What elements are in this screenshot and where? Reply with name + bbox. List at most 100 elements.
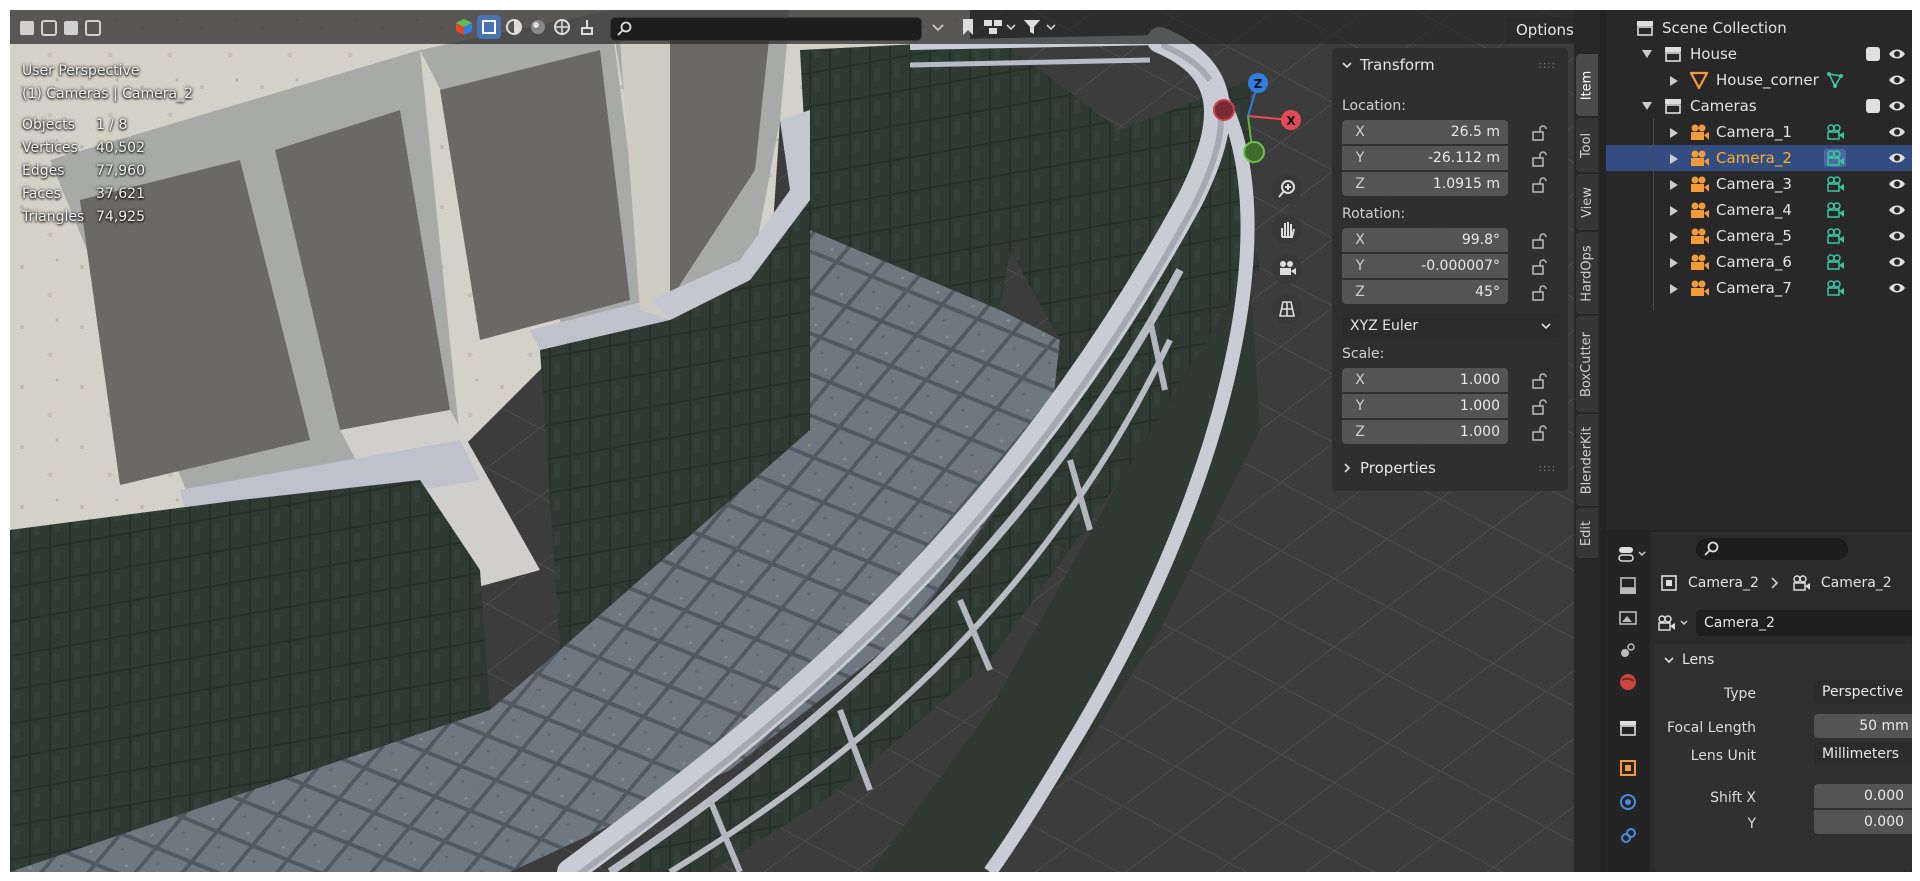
chevron-right-icon[interactable] [1670,232,1679,242]
lock-icon[interactable] [1532,284,1550,302]
neg-x-axis-handle[interactable] [1213,99,1235,121]
selection-mode-icon[interactable] [18,16,108,38]
eye-icon[interactable] [1888,72,1906,88]
tab-edit[interactable]: Edit [1576,508,1598,558]
outliner-row-camera[interactable]: Camera_5 [1606,223,1912,249]
editor-type-menu[interactable] [1616,542,1650,566]
object-tab-icon[interactable] [1616,756,1640,780]
eye-icon[interactable] [1888,150,1906,166]
rotation-z-field[interactable]: Z 45° [1342,280,1508,304]
overlays-icon[interactable] [526,15,550,39]
eye-icon[interactable] [1888,124,1906,140]
chevron-right-icon[interactable] [1670,180,1679,190]
rotation-y-field[interactable]: Y -0.000007° [1342,254,1508,278]
eye-icon[interactable] [1888,98,1906,114]
scale-z-field[interactable]: Z 1.000 [1342,420,1508,444]
outliner-row-house[interactable]: House [1606,41,1912,67]
gizmos-icon[interactable] [550,15,574,39]
lock-icon[interactable] [1532,124,1550,142]
checkbox-checked-icon[interactable] [1866,47,1880,61]
outliner-scene-collection[interactable]: Scene Collection [1606,15,1912,41]
scale-y-field[interactable]: Y 1.000 [1342,394,1508,418]
lock-icon[interactable] [1532,398,1550,416]
chevron-right-icon[interactable] [1670,154,1679,164]
scale-x-field[interactable]: X 1.000 [1342,368,1508,392]
rotation-x-field[interactable]: X 99.8° [1342,228,1508,252]
rotation-mode-dropdown[interactable]: XYZ Euler [1342,313,1560,338]
chevron-right-icon[interactable] [1670,76,1679,86]
constraints-tab-icon[interactable] [1616,824,1640,848]
transform-panel-header[interactable]: Transform [1342,56,1435,74]
tab-item[interactable]: Item [1576,54,1598,116]
tab-boxcutter[interactable]: BoxCutter [1576,316,1598,412]
zoom-button[interactable] [1272,174,1302,204]
location-y-field[interactable]: Y -26.112 m [1342,146,1508,170]
camera-data-name-field[interactable]: Camera_2 [1696,610,1912,636]
render-tab-icon[interactable] [1616,574,1640,598]
pan-button[interactable] [1272,214,1302,244]
lens-type-dropdown[interactable]: Perspective [1814,680,1912,704]
eye-icon[interactable] [1888,46,1906,62]
world-tab-icon[interactable] [1616,670,1640,694]
chevron-down-icon[interactable] [1642,50,1652,59]
chevron-down-icon[interactable] [1642,102,1652,111]
chevron-right-icon[interactable] [1670,128,1679,138]
outliner-row-cameras[interactable]: Cameras [1606,93,1912,119]
chevron-right-icon[interactable] [1670,284,1679,294]
location-z-field[interactable]: Z 1.0915 m [1342,172,1508,196]
lens-unit-dropdown[interactable]: Millimeters [1814,742,1912,766]
outliner-row-camera[interactable]: Camera_6 [1606,249,1912,275]
options-dropdown[interactable]: Options [1506,17,1574,42]
filter-icon[interactable] [1022,15,1058,39]
lock-icon[interactable] [1532,232,1550,250]
tab-blenderkit[interactable]: BlenderKit [1576,414,1598,506]
lock-icon[interactable] [1532,176,1550,194]
properties-panel-header[interactable]: Properties [1342,459,1436,477]
physics-tab-icon[interactable] [1616,790,1640,814]
eye-icon[interactable] [1888,280,1906,296]
select-mode-icons[interactable] [18,16,108,38]
outliner-row-house-corner[interactable]: House_corner [1606,67,1912,93]
tab-view[interactable]: View [1576,174,1598,230]
drag-grip-icon[interactable]: :::: [1539,463,1556,474]
tab-tool[interactable]: Tool [1576,118,1598,172]
brush-icon[interactable] [575,15,599,39]
eye-icon[interactable] [1888,176,1906,192]
drag-grip-icon[interactable]: :::: [1539,60,1556,71]
tab-hardops[interactable]: HardOps [1576,232,1598,314]
ortho-toggle-button[interactable] [1272,294,1302,324]
chevron-down-icon[interactable] [926,16,950,40]
solid-shading-icon[interactable] [502,15,526,39]
focal-length-field[interactable]: 50 mm [1814,714,1912,738]
lock-icon[interactable] [1532,258,1550,276]
lock-icon[interactable] [1532,372,1550,390]
display-mode-icon[interactable] [982,15,1018,39]
outliner-row-camera[interactable]: Camera_4 [1606,197,1912,223]
3d-viewport[interactable]: Options User Perspective (1) Cameras | C… [10,10,1574,872]
axis-navigation-gizmo[interactable]: Z X [1190,68,1310,168]
lens-panel-header[interactable]: Lens [1664,652,1714,668]
xray-toggle-icon[interactable] [477,15,501,39]
viewport-search-field[interactable] [610,17,922,41]
lock-icon[interactable] [1532,150,1550,168]
shift-x-field[interactable]: 0.000 [1814,784,1912,808]
lock-icon[interactable] [1532,424,1550,442]
location-x-field[interactable]: X 26.5 m [1342,120,1508,144]
camera-datablock-selector[interactable]: Camera_2 [1654,610,1912,636]
chevron-right-icon[interactable] [1670,258,1679,268]
shift-y-field[interactable]: 0.000 [1814,810,1912,834]
properties-search-field[interactable] [1696,538,1848,560]
chevron-right-icon[interactable] [1670,206,1679,216]
y-axis-handle[interactable] [1243,141,1265,163]
outliner-row-camera[interactable]: Camera_3 [1606,171,1912,197]
checkbox-checked-icon[interactable] [1866,99,1880,113]
output-tab-icon[interactable] [1616,606,1640,630]
bookmark-icon[interactable] [956,15,980,39]
collection-tab-icon[interactable] [1616,716,1640,740]
camera-view-button[interactable] [1272,254,1302,284]
outliner-row-camera[interactable]: Camera_7 [1606,275,1912,301]
outliner-row-camera[interactable]: Camera_1 [1606,119,1912,145]
eye-icon[interactable] [1888,228,1906,244]
eye-icon[interactable] [1888,202,1906,218]
eye-icon[interactable] [1888,254,1906,270]
